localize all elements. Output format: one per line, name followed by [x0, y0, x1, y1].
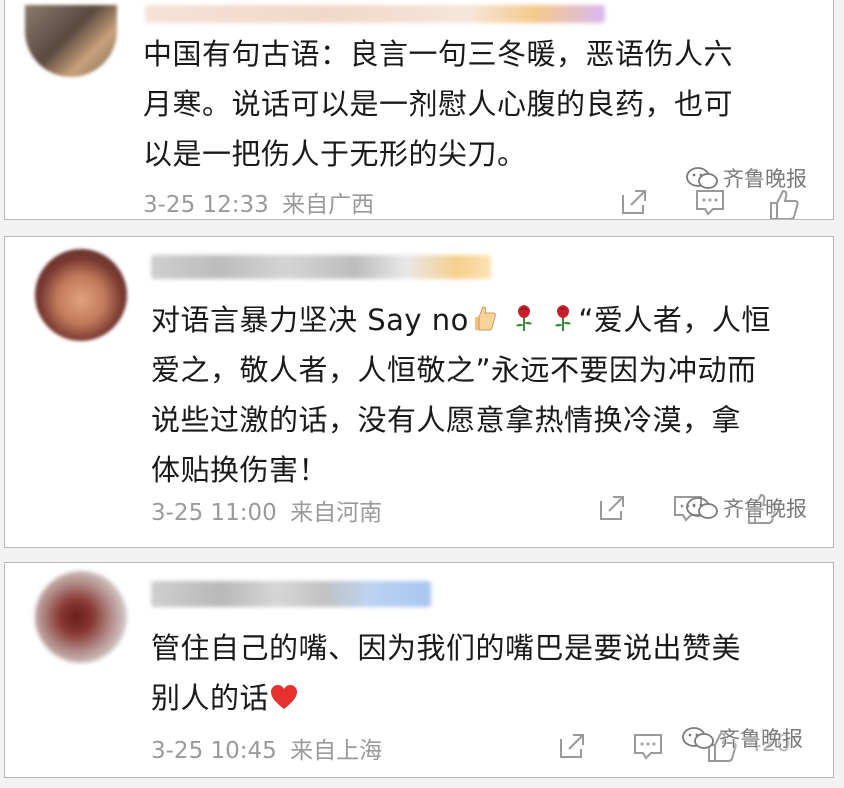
wechat-icon [682, 727, 714, 749]
wechat-icon [686, 167, 718, 189]
username-blurred[interactable] [151, 255, 491, 279]
location: 来自河南 [290, 500, 383, 526]
watermark-text: 齐鲁晚报 [719, 727, 803, 751]
comment-card-2: 对语言暴力坚决 Say no “爱人者，人恒 爱之，敬人者，人恒敬之”永远不要因… [4, 236, 834, 548]
share-icon[interactable] [555, 729, 589, 763]
username-blurred[interactable] [151, 581, 431, 607]
location: 来自广西 [282, 192, 375, 218]
comment-text: 对语言暴力坚决 Say no “爱人者，人恒 爱之，敬人者，人恒敬之”永远不要因… [151, 295, 831, 495]
rose-emoji [548, 303, 578, 333]
timestamp: 3-25 12:33 [143, 192, 269, 218]
comment-card-3: 管住自己的嘴、因为我们的嘴巴是要说出赞美 别人的话 3-25 10:45 来自上… [4, 562, 834, 778]
avatar[interactable] [25, 5, 117, 77]
comment-meta: 3-25 11:00 来自河南 [151, 493, 382, 527]
username-blurred[interactable] [145, 5, 605, 23]
watermark: 齐鲁晚报 [685, 493, 807, 523]
comment-icon[interactable] [631, 729, 665, 763]
watermark: 齐鲁晚报 [681, 723, 803, 753]
rose-emoji [509, 303, 539, 333]
timestamp: 3-25 11:00 [151, 500, 277, 526]
comment-text-start: 对语言暴力坚决 Say no [151, 303, 469, 337]
heart-emoji [269, 683, 299, 711]
share-icon[interactable] [595, 491, 629, 525]
share-icon[interactable] [617, 185, 651, 219]
avatar[interactable] [35, 249, 127, 341]
comment-text: 管住自己的嘴、因为我们的嘴巴是要说出赞美 别人的话 [151, 623, 831, 723]
watermark-text: 齐鲁晚报 [723, 167, 807, 191]
comment-text-body: 管住自己的嘴、因为我们的嘴巴是要说出赞美 别人的话 [151, 631, 742, 715]
thumbs-up-emoji [469, 303, 499, 333]
comment-meta: 3-25 10:45 来自上海 [151, 731, 382, 765]
watermark: 齐鲁晚报 [685, 163, 807, 193]
avatar[interactable] [35, 571, 127, 663]
timestamp: 3-25 10:45 [151, 738, 277, 764]
location: 来自上海 [290, 738, 383, 764]
comment-card-1: 中国有句古语：良言一句三冬暖，恶语伤人六 月寒。说话可以是一剂慰人心腹的良药，也… [4, 0, 834, 220]
comment-text: 中国有句古语：良言一句三冬暖，恶语伤人六 月寒。说话可以是一剂慰人心腹的良药，也… [143, 37, 734, 171]
wechat-icon [686, 497, 718, 519]
comment-meta: 3-25 12:33 来自广西 [143, 185, 374, 219]
watermark-text: 齐鲁晚报 [723, 497, 807, 521]
